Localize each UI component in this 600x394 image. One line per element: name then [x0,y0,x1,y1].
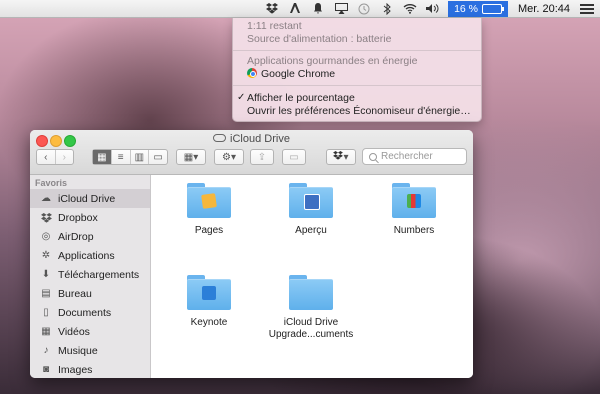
folder-icon [289,183,333,218]
menu-separator [233,50,481,51]
battery-icon [482,3,505,14]
chrome-icon [247,68,257,78]
forward-button[interactable]: › [56,150,74,164]
folder-label: Aperçu [295,225,327,236]
folder-icon [289,275,333,310]
cloud-icon: ☁ [41,193,51,204]
open-energy-prefs-item[interactable]: Ouvrir les préférences Économiseur d'éne… [247,105,471,117]
sidebar-item-airdrop[interactable]: ◎ AirDrop [30,227,150,246]
action-button[interactable]: ⚙▾ [214,149,244,165]
pictures-icon: ◙ [42,364,50,375]
folder-item-numbers[interactable]: Numbers [364,183,464,237]
sidebar: Favoris ☁ iCloud Drive Dropbox ◎ AirDrop… [30,175,151,378]
folder-item-icloud-upgrade[interactable]: iCloud Drive Upgrade...cuments [261,275,361,341]
dropbox-icon[interactable] [263,0,281,18]
wifi-icon[interactable] [401,0,419,18]
folder-icon [392,183,436,218]
sidebar-item-pictures[interactable]: ◙ Images [30,360,150,378]
energy-app-item[interactable]: Google Chrome [247,68,335,80]
search-input[interactable]: Rechercher [362,148,467,165]
arrange-button[interactable]: ▦▾ [176,149,206,165]
energy-apps-header: Applications gourmandes en énergie [247,55,418,67]
sidebar-header: Favoris [35,178,68,188]
coverflow-view-icon[interactable]: ▭ [149,150,167,164]
notification-center-icon[interactable] [580,3,594,14]
share-icon: ⇪ [257,151,267,163]
airdrop-icon: ◎ [41,231,51,242]
cloud-icon [213,134,227,142]
sidebar-item-desktop[interactable]: ▤ Bureau [30,284,150,303]
back-forward-control: ‹ › [36,149,74,165]
arrange-icon: ▦▾ [183,151,199,163]
airplay-icon[interactable] [332,0,350,18]
menu-separator [233,85,481,86]
documents-icon: ▯ [43,307,49,318]
numbers-icon [407,194,421,208]
battery-percent-label: 16 % [454,2,479,15]
desktop-icon: ▤ [41,288,51,299]
dropbox-icon: ▾ [333,151,349,163]
folder-item-apercu[interactable]: Aperçu [261,183,361,237]
adobe-icon[interactable] [286,0,304,18]
search-placeholder: Rechercher [381,151,433,162]
folder-label-line2: Upgrade...cuments [268,329,354,340]
pages-icon [201,193,217,209]
folder-icon [187,183,231,218]
dropbox-toolbar-button[interactable]: ▾ [326,149,356,165]
sidebar-item-music[interactable]: ♪ Musique [30,341,150,360]
menu-bar: 16 % Mer. 20:44 [0,0,600,18]
dropbox-icon [40,212,52,224]
menubar-clock[interactable]: Mer. 20:44 [518,3,570,15]
folder-label: Pages [194,225,224,236]
sidebar-item-movies[interactable]: ▦ Vidéos [30,322,150,341]
music-icon: ♪ [43,345,49,356]
battery-status-button[interactable]: 16 % [448,0,509,17]
battery-power-source: Source d'alimentation : batterie [247,33,392,45]
sidebar-item-dropbox[interactable]: Dropbox [30,208,150,227]
notification-icon[interactable] [309,0,327,18]
sidebar-item-applications[interactable]: ✲ Applications [30,246,150,265]
energy-app-label: Google Chrome [261,68,336,80]
folder-label: Numbers [393,225,435,236]
battery-menu: 1:11 restant Source d'alimentation : bat… [232,18,482,122]
list-view-icon[interactable]: ≡ [112,150,131,164]
folder-item-pages[interactable]: Pages [159,183,259,237]
downloads-icon: ⬇ [41,269,51,280]
keynote-icon [202,286,216,300]
folder-label: iCloud Drive [283,317,339,328]
show-percentage-item[interactable]: Afficher le pourcentage [247,92,355,104]
gear-icon: ⚙▾ [222,151,236,163]
window-titlebar: iCloud Drive ‹ › ▦ ≡ ▥ ▭ ▦▾ ⚙▾ ⇪ ▭ ▾ Rec… [30,130,473,175]
window-title: iCloud Drive [30,133,473,145]
applications-icon: ✲ [41,250,51,261]
movies-icon: ▦ [41,326,51,337]
finder-window: iCloud Drive ‹ › ▦ ≡ ▥ ▭ ▦▾ ⚙▾ ⇪ ▭ ▾ Rec… [30,130,473,378]
checkmark-icon: ✓ [237,92,246,103]
folder-item-keynote[interactable]: Keynote [159,275,259,329]
sidebar-item-documents[interactable]: ▯ Documents [30,303,150,322]
sidebar-item-downloads[interactable]: ⬇ Téléchargements [30,265,150,284]
search-icon [369,152,377,161]
apercu-icon [304,194,320,210]
battery-time-remaining: 1:11 restant [247,20,302,32]
bluetooth-icon[interactable] [378,0,396,18]
column-view-icon[interactable]: ▥ [131,150,150,164]
back-button[interactable]: ‹ [37,150,56,164]
folder-icon [187,275,231,310]
volume-icon[interactable] [424,0,442,18]
folder-label: Keynote [190,317,228,328]
tags-button[interactable]: ▭ [282,149,306,165]
time-machine-icon[interactable] [355,0,373,18]
view-mode-control: ▦ ≡ ▥ ▭ [92,149,168,165]
tag-icon: ▭ [289,151,299,163]
file-grid: Pages Aperçu Numbers Keynote iCloud Driv… [151,175,473,378]
sidebar-item-icloud-drive[interactable]: ☁ iCloud Drive [30,189,150,208]
icon-view-icon[interactable]: ▦ [93,150,112,164]
share-button[interactable]: ⇪ [250,149,274,165]
